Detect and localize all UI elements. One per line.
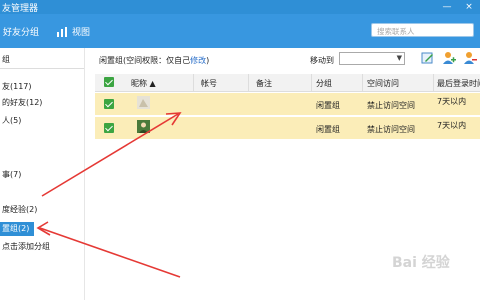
column-group[interactable]: 分组 bbox=[316, 78, 332, 89]
row-group: 闲置组 bbox=[316, 125, 340, 134]
move-to-label: 移动到 bbox=[310, 56, 334, 65]
column-divider bbox=[362, 74, 363, 91]
row-group: 闲置组 bbox=[316, 101, 340, 110]
add-contact-icon[interactable] bbox=[442, 51, 456, 65]
column-divider bbox=[433, 74, 434, 91]
search-input[interactable]: 搜索联系人 bbox=[371, 23, 474, 37]
column-nickname[interactable]: 昵称 ▲ bbox=[131, 78, 156, 89]
row-space-access: 禁止访问空间 bbox=[367, 101, 415, 110]
sidebar-header: 组 bbox=[0, 48, 84, 69]
column-last-login[interactable]: 最后登录时间 bbox=[437, 78, 480, 89]
bar-chart-icon bbox=[57, 26, 67, 37]
move-to-dropdown[interactable]: ▼ bbox=[339, 52, 405, 65]
sidebar-add-group-link[interactable]: 点击添加分组 bbox=[0, 240, 84, 254]
column-note[interactable]: 备注 bbox=[256, 78, 272, 89]
view-label: 视图 bbox=[72, 28, 91, 38]
table-header: 昵称 ▲ 帐号 备注 分组 空间访问 最后登录时间 bbox=[95, 74, 480, 92]
row-last-login: 7天以内 bbox=[437, 97, 467, 106]
add-group-label: 好友分组 bbox=[3, 28, 40, 38]
toolbar: 好友分组 视图 搜索联系人 bbox=[0, 14, 480, 48]
avatar bbox=[137, 120, 150, 133]
sidebar-group-1[interactable]: 友(117) bbox=[0, 80, 84, 94]
sidebar-header-label: 组 bbox=[2, 55, 10, 64]
chevron-down-icon: ▼ bbox=[396, 54, 402, 62]
column-space-access[interactable]: 空间访问 bbox=[367, 78, 399, 89]
sidebar-group-idle-selected[interactable]: 置组(2) bbox=[0, 222, 34, 236]
title-bar: 友管理器 — × bbox=[0, 0, 480, 14]
table-row[interactable]: 闲置组 禁止访问空间 7天以内 bbox=[95, 93, 480, 115]
table-row[interactable]: 闲置组 禁止访问空间 7天以内 bbox=[95, 117, 480, 139]
group-info-bar: 闲置组(空间权限：仅自己修改) 移动到 ▼ bbox=[85, 48, 480, 70]
edit-contact-icon[interactable] bbox=[421, 51, 435, 65]
baidu-watermark: Bai 经验 bbox=[392, 255, 450, 271]
delete-contact-icon[interactable] bbox=[463, 51, 477, 65]
sidebar-group-5[interactable]: 度经验(2) bbox=[0, 203, 84, 217]
avatar bbox=[137, 96, 150, 109]
add-group-button[interactable]: 好友分组 bbox=[3, 25, 39, 38]
group-info-text: 闲置组(空间权限：仅自己 bbox=[99, 56, 191, 65]
row-space-access: 禁止访问空间 bbox=[367, 125, 415, 134]
window-title: 友管理器 bbox=[2, 4, 39, 14]
row-checkbox[interactable] bbox=[104, 99, 114, 109]
sidebar-group-4[interactable]: 事(7) bbox=[0, 168, 84, 182]
edit-permission-link[interactable]: 修改 bbox=[190, 56, 206, 65]
column-divider bbox=[311, 74, 312, 91]
sidebar-group-3[interactable]: 人(5) bbox=[0, 114, 84, 128]
row-checkbox[interactable] bbox=[104, 123, 114, 133]
group-info-close: ) bbox=[206, 56, 210, 65]
view-button[interactable]: 视图 bbox=[57, 25, 90, 38]
row-last-login: 7天以内 bbox=[437, 121, 467, 130]
sidebar-group-2[interactable]: 的好友(12) bbox=[0, 96, 84, 110]
close-button[interactable]: × bbox=[462, 0, 476, 14]
group-sidebar: 组 友(117) 的好友(12) 人(5) 事(7) 度经验(2) 置组(2) … bbox=[0, 48, 85, 300]
column-account[interactable]: 帐号 bbox=[201, 78, 217, 89]
select-all-checkbox[interactable] bbox=[104, 77, 114, 87]
column-divider bbox=[248, 74, 249, 91]
group-permission-info: 闲置组(空间权限：仅自己修改) bbox=[99, 55, 209, 66]
column-divider bbox=[193, 74, 194, 91]
minimize-button[interactable]: — bbox=[440, 0, 454, 14]
